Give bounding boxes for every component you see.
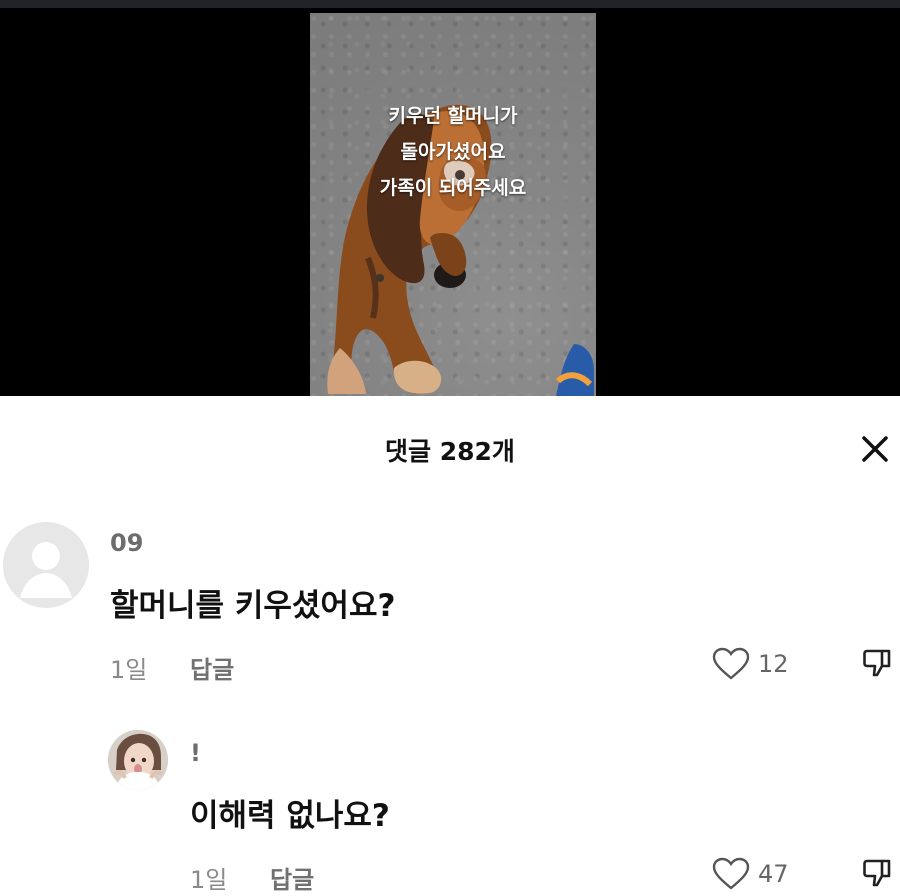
thumbs-down-icon[interactable] bbox=[860, 645, 894, 679]
comments-count-title: 댓글 282개 bbox=[385, 437, 515, 466]
comment-username[interactable]: ! bbox=[190, 739, 201, 767]
dog-image bbox=[327, 104, 492, 395]
heart-icon bbox=[712, 857, 750, 890]
comment-text: 이해력 없나요? bbox=[190, 798, 390, 834]
blue-object-icon bbox=[556, 344, 594, 396]
video-player-area[interactable]: 키우던 할머니가 돌아가셨어요 가족이 되어주세요 bbox=[0, 8, 900, 396]
video-overlay-line-3: 가족이 되어주세요 bbox=[379, 177, 527, 199]
reply-button[interactable]: 답글 bbox=[190, 650, 234, 685]
reply-button[interactable]: 답글 bbox=[270, 860, 314, 895]
comment-username[interactable]: 09 bbox=[110, 529, 143, 557]
user-avatar-icon[interactable] bbox=[3, 522, 89, 608]
video-frame[interactable]: 키우던 할머니가 돌아가셨어요 가족이 되어주세요 bbox=[310, 13, 596, 396]
video-overlay-line-2: 돌아가셨어요 bbox=[400, 141, 506, 163]
comments-panel bbox=[0, 396, 900, 896]
top-status-strip bbox=[0, 0, 900, 8]
like-button[interactable]: 47 bbox=[712, 857, 789, 891]
like-button[interactable]: 12 bbox=[712, 647, 789, 681]
comment-text: 할머니를 키우셨어요? bbox=[110, 588, 396, 624]
avatar[interactable] bbox=[108, 730, 168, 790]
close-button[interactable] bbox=[854, 428, 896, 470]
close-icon bbox=[862, 436, 888, 462]
heart-icon bbox=[712, 647, 750, 680]
comment-time: 1일 bbox=[110, 656, 148, 684]
video-overlay-line-1: 키우던 할머니가 bbox=[388, 105, 518, 127]
like-count: 12 bbox=[758, 650, 789, 678]
like-count: 47 bbox=[758, 860, 789, 888]
comment-time: 1일 bbox=[190, 866, 228, 894]
thumbs-down-icon[interactable] bbox=[860, 855, 894, 889]
